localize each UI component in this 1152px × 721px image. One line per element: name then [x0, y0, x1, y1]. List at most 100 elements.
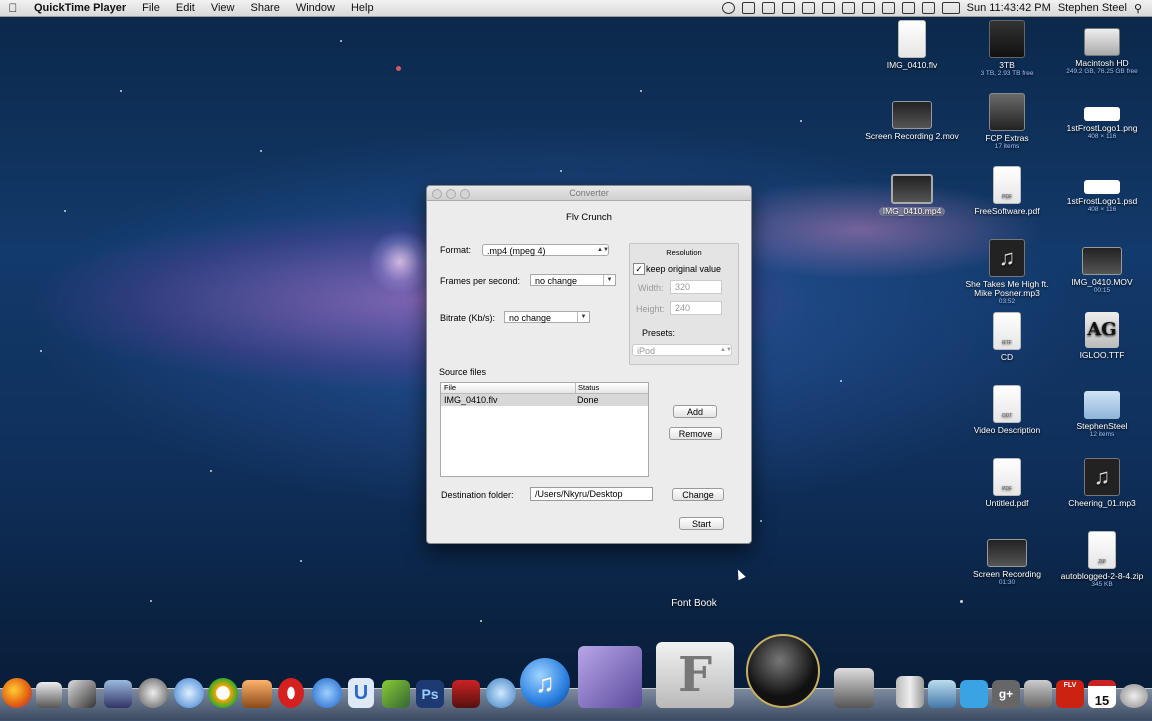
safari-icon[interactable]: [174, 678, 204, 708]
pen-tool-icon[interactable]: [382, 680, 410, 708]
desktop-icon-img0410-mov[interactable]: IMG_0410.MOV 00:15: [1054, 239, 1150, 295]
desktop-icon-screen-recording-2[interactable]: Screen Recording 2.mov: [864, 93, 960, 141]
u-app-icon[interactable]: U: [348, 678, 374, 708]
imovie-icon[interactable]: [104, 680, 132, 708]
height-field[interactable]: 240: [670, 301, 722, 315]
menu-window[interactable]: Window: [288, 2, 343, 14]
change-button[interactable]: Change: [672, 488, 724, 501]
desktop-icon-untitled-pdf[interactable]: PDF Untitled.pdf: [959, 458, 1055, 508]
icon-label: 1stFrostLogo1.png: [1066, 123, 1138, 133]
add-button[interactable]: Add: [673, 405, 717, 418]
image-file-icon: [1084, 180, 1120, 194]
quicktime-icon[interactable]: [486, 678, 516, 708]
font-file-icon: AG: [1085, 312, 1119, 348]
desktop-icon-igloo-ttf[interactable]: AG IGLOO.TTF: [1054, 312, 1150, 360]
desktop-icon-cheering-01[interactable]: ♫ Cheering_01.mp3: [1054, 458, 1150, 508]
film-strip-icon[interactable]: [452, 680, 480, 708]
record-status-icon[interactable]: [721, 2, 735, 14]
desktop-icon-screen-recording[interactable]: Screen Recording 01:30: [959, 531, 1055, 587]
user-name[interactable]: Stephen Steel: [1058, 2, 1127, 14]
desktop-icon-img0410-mp4[interactable]: IMG_0410.mp4: [864, 166, 960, 216]
imovie-star-icon[interactable]: [138, 678, 168, 708]
dark-orb-icon[interactable]: [746, 634, 820, 708]
desktop-icon-1stfrostlogo1-psd[interactable]: 1stFrostLogo1.psd 408 × 116: [1054, 166, 1150, 214]
table-row[interactable]: IMG_0410.flv Done: [441, 394, 648, 406]
music-note-icon: ♫: [989, 239, 1025, 277]
window-titlebar[interactable]: Converter: [427, 186, 751, 201]
close-button[interactable]: [432, 189, 442, 199]
desktop-icon-1stfrostlogo1-png[interactable]: 1stFrostLogo1.png 408 × 116: [1054, 93, 1150, 141]
clapper-icon[interactable]: [834, 668, 874, 708]
itunes-icon[interactable]: ♫: [520, 658, 570, 708]
clapper-icon[interactable]: [36, 682, 62, 708]
bitrate-select[interactable]: no change ▼: [504, 311, 590, 323]
image-capture-icon[interactable]: [1024, 680, 1052, 708]
volume-icon[interactable]: [921, 2, 935, 14]
desktop-icon-autoblogged-zip[interactable]: ZIP autoblogged-2-8-4.zip 345 KB: [1054, 531, 1150, 589]
pdf-document-icon: PDF: [993, 166, 1021, 204]
desktop-icon-stephensteel[interactable]: StephenSteel 12 items: [1054, 385, 1150, 439]
column-header-file[interactable]: File: [444, 383, 456, 393]
calendar-icon[interactable]: 15: [1088, 680, 1116, 708]
icon-label: Video Description: [973, 425, 1041, 435]
app-menu[interactable]: QuickTime Player: [26, 2, 134, 14]
eye-status-icon[interactable]: [761, 2, 775, 14]
badge-text: ZIP: [1098, 559, 1106, 565]
desktop-icon-freesoftware-pdf[interactable]: PDF FreeSoftware.pdf: [959, 166, 1055, 216]
trash-icon[interactable]: [896, 676, 924, 708]
bluetooth-icon[interactable]: [881, 2, 895, 14]
itunes-circle-icon[interactable]: [208, 678, 238, 708]
status-area: Sun 11:43:42 PM Stephen Steel ⚲: [721, 2, 1152, 15]
icon-label: Screen Recording 2.mov: [865, 131, 959, 141]
app-store-icon[interactable]: [312, 678, 342, 708]
desktop-icon-fcp-extras[interactable]: FCP Extras 17 items: [959, 93, 1055, 151]
spotlight-icon[interactable]: ⚲: [1134, 2, 1142, 15]
zoom-button[interactable]: [460, 189, 470, 199]
google-plus-icon[interactable]: g+: [992, 680, 1020, 708]
minimize-button[interactable]: [446, 189, 456, 199]
menu-help[interactable]: Help: [343, 2, 382, 14]
photoshop-icon[interactable]: Ps: [416, 680, 444, 708]
archive-utility-icon[interactable]: [578, 646, 642, 708]
preview-icon[interactable]: [928, 680, 956, 708]
desktop-icon-macintosh-hd[interactable]: Macintosh HD 249.2 GB, 76.25 GB free: [1054, 20, 1150, 76]
firefox-icon[interactable]: [2, 678, 32, 708]
width-field[interactable]: 320: [670, 280, 722, 294]
script-status-icon[interactable]: [781, 2, 795, 14]
presets-select[interactable]: iPod ▲▼: [632, 344, 732, 356]
desktop-icon-she-takes-me-high[interactable]: ♫ She Takes Me High ft. Mike Posner.mp3 …: [959, 239, 1055, 306]
time-machine-icon[interactable]: [861, 2, 875, 14]
final-cut-icon[interactable]: [68, 680, 96, 708]
destination-field[interactable]: /Users/Nkyru/Desktop: [530, 487, 653, 501]
remove-button[interactable]: Remove: [669, 427, 722, 440]
menu-share[interactable]: Share: [242, 2, 287, 14]
teapot-icon[interactable]: [1120, 684, 1148, 708]
desktop-icon-video-description[interactable]: ODT Video Description: [959, 385, 1055, 435]
format-select[interactable]: .mp4 (mpeg 4) ▲▼: [482, 244, 609, 256]
twitter-icon[interactable]: [960, 680, 988, 708]
cloud-status-icon[interactable]: [801, 2, 815, 14]
flv-player-icon[interactable]: FLV: [1056, 680, 1084, 708]
menu-view[interactable]: View: [203, 2, 243, 14]
sync-status-icon[interactable]: [741, 2, 755, 14]
converter-window: Converter Flv Crunch Format: .mp4 (mpeg …: [426, 185, 752, 544]
desktop-icon-3tb[interactable]: 3TB 3 TB, 2.93 TB free: [959, 20, 1055, 78]
source-files-table[interactable]: File Status IMG_0410.flv Done: [440, 382, 649, 477]
desktop-icon-cd[interactable]: RTF CD: [959, 312, 1055, 362]
clock[interactable]: Sun 11:43:42 PM: [967, 2, 1051, 14]
menu-file[interactable]: File: [134, 2, 168, 14]
battery-icon[interactable]: [941, 2, 960, 14]
font-book-icon[interactable]: F: [656, 642, 734, 708]
fps-select[interactable]: no change ▼: [530, 274, 616, 286]
wifi-icon[interactable]: [901, 2, 915, 14]
start-button[interactable]: Start: [679, 517, 724, 530]
screen-status-icon[interactable]: [841, 2, 855, 14]
keep-original-checkbox[interactable]: ✓: [633, 263, 645, 275]
opera-icon[interactable]: [278, 678, 304, 708]
menu-edit[interactable]: Edit: [168, 2, 203, 14]
column-header-status[interactable]: Status: [575, 383, 599, 393]
apple-menu-icon[interactable]: : [0, 1, 26, 15]
k-status-icon[interactable]: [821, 2, 835, 14]
desktop-icon-img0410-flv[interactable]: IMG_0410.flv: [864, 20, 960, 70]
photo-icon[interactable]: [242, 680, 272, 708]
